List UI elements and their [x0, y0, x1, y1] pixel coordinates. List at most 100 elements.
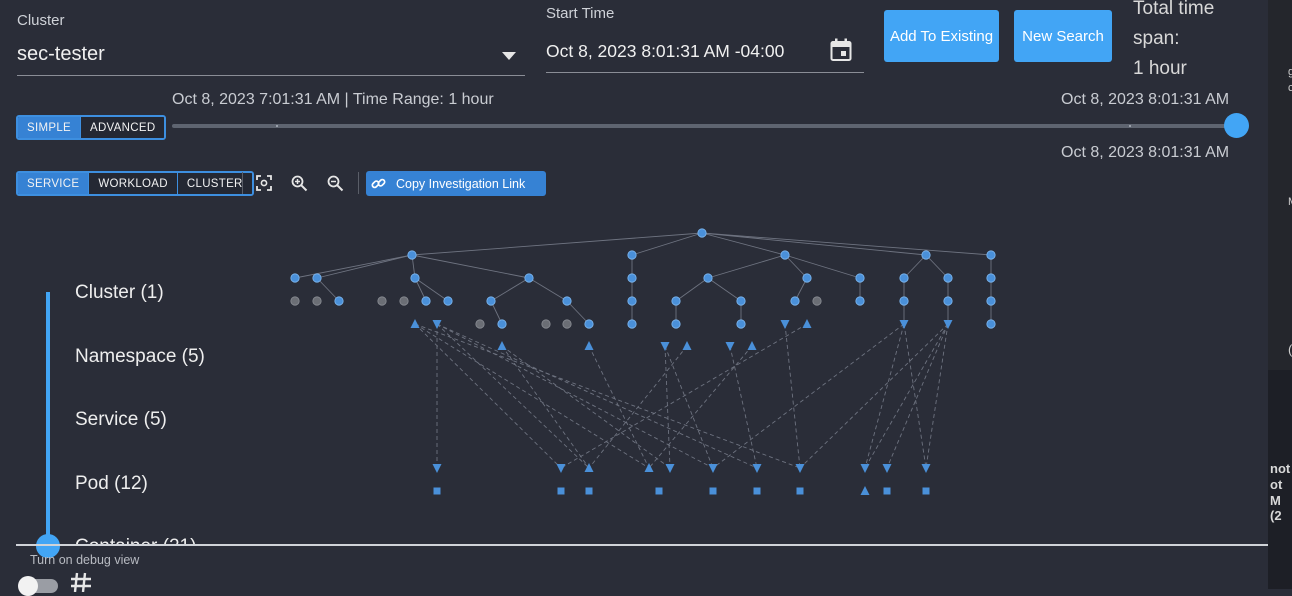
graph-node[interactable]: [986, 250, 996, 260]
graph-node[interactable]: [312, 273, 322, 283]
graph-node[interactable]: [882, 464, 892, 473]
graph-node[interactable]: [585, 487, 593, 495]
graph-node[interactable]: [557, 487, 565, 495]
graph-node[interactable]: [541, 319, 551, 329]
graph-node[interactable]: [736, 296, 746, 306]
graph-node[interactable]: [475, 319, 485, 329]
graph-edge-dashed: [925, 323, 949, 469]
graph-node[interactable]: [899, 296, 909, 306]
graph-node[interactable]: [708, 464, 718, 473]
graph-edge: [903, 254, 927, 279]
graph-node[interactable]: [627, 250, 637, 260]
graph-node[interactable]: [410, 273, 420, 283]
graph-node[interactable]: [665, 464, 675, 473]
edge-fragment-3: M: [1288, 196, 1292, 208]
edge-fragment-1: g: [1288, 66, 1292, 78]
graph-edge-dashed: [799, 323, 949, 469]
graph-node[interactable]: [752, 464, 762, 473]
graph-node[interactable]: [921, 250, 931, 260]
graph-edge: [490, 277, 530, 302]
graph-node[interactable]: [812, 296, 822, 306]
graph-edge-dashed: [501, 345, 590, 469]
graph-node[interactable]: [627, 273, 637, 283]
graph-node[interactable]: [562, 319, 572, 329]
graph-node[interactable]: [943, 273, 953, 283]
graph-node[interactable]: [986, 273, 996, 283]
graph-edge: [925, 254, 949, 279]
graph-node[interactable]: [780, 320, 790, 329]
graph-node[interactable]: [860, 464, 870, 473]
graph-node[interactable]: [855, 296, 865, 306]
edge-fragment-6: ot: [1270, 477, 1283, 492]
graph-node[interactable]: [703, 273, 713, 283]
graph-node[interactable]: [627, 319, 637, 329]
graph-node[interactable]: [655, 487, 663, 495]
graph-node[interactable]: [433, 487, 441, 495]
graph-edge: [411, 232, 703, 256]
graph-node[interactable]: [986, 296, 996, 306]
graph-node[interactable]: [584, 319, 594, 329]
graph-node[interactable]: [377, 296, 387, 306]
graph-node[interactable]: [497, 341, 507, 350]
graph-node[interactable]: [899, 320, 909, 329]
graph-node[interactable]: [660, 342, 670, 351]
graph-node[interactable]: [697, 228, 707, 238]
graph-node[interactable]: [802, 273, 812, 283]
graph-edge-dashed: [436, 323, 758, 469]
graph-node[interactable]: [725, 342, 735, 351]
graph-node[interactable]: [780, 250, 790, 260]
debug-view-label: Turn on debug view: [30, 553, 140, 567]
graph-node[interactable]: [899, 273, 909, 283]
graph-node[interactable]: [443, 296, 453, 306]
graph-node[interactable]: [421, 296, 431, 306]
graph-node[interactable]: [334, 296, 344, 306]
graph-node[interactable]: [682, 341, 692, 350]
graph-node[interactable]: [562, 296, 572, 306]
graph-edge: [294, 254, 413, 279]
graph-node[interactable]: [584, 341, 594, 350]
graph-node[interactable]: [584, 463, 594, 472]
graph-node[interactable]: [486, 296, 496, 306]
graph-node[interactable]: [290, 296, 300, 306]
graph-node[interactable]: [432, 320, 442, 329]
background-window-edge: g c M ( not ot M (2: [1268, 0, 1292, 589]
graph-edge-dashed: [436, 323, 590, 469]
graph-node[interactable]: [312, 296, 322, 306]
graph-node[interactable]: [883, 487, 891, 495]
graph-edge-dashed: [864, 323, 949, 469]
graph-node[interactable]: [922, 487, 930, 495]
graph-node[interactable]: [855, 273, 865, 283]
graph-edge-dashed: [436, 323, 714, 469]
graph-edge-dashed: [784, 323, 801, 469]
graph-node[interactable]: [796, 487, 804, 495]
graph-node[interactable]: [671, 319, 681, 329]
graph-node[interactable]: [671, 296, 681, 306]
graph-edge: [566, 300, 590, 325]
graph-node[interactable]: [747, 341, 757, 350]
graph-node[interactable]: [943, 320, 953, 329]
graph-node[interactable]: [290, 273, 300, 283]
graph-node[interactable]: [860, 486, 870, 495]
graph-node[interactable]: [790, 296, 800, 306]
edge-fragment-4: (: [1288, 342, 1292, 357]
graph-node[interactable]: [497, 319, 507, 329]
graph-node[interactable]: [627, 296, 637, 306]
graph-node[interactable]: [943, 296, 953, 306]
graph-node[interactable]: [399, 296, 409, 306]
graph-node[interactable]: [802, 319, 812, 328]
topology-graph[interactable]: [0, 0, 1270, 545]
graph-node[interactable]: [432, 464, 442, 473]
edge-fragment-5: not: [1270, 461, 1291, 476]
graph-node[interactable]: [986, 319, 996, 329]
graph-node[interactable]: [709, 487, 717, 495]
graph-node[interactable]: [410, 319, 420, 328]
graph-node[interactable]: [795, 464, 805, 473]
graph-node[interactable]: [524, 273, 534, 283]
graph-node[interactable]: [921, 464, 931, 473]
graph-node[interactable]: [736, 319, 746, 329]
bug-icon[interactable]: [70, 572, 92, 592]
graph-node[interactable]: [407, 250, 417, 260]
debug-view-toggle[interactable]: [18, 576, 58, 596]
graph-node[interactable]: [753, 487, 761, 495]
graph-node[interactable]: [556, 464, 566, 473]
